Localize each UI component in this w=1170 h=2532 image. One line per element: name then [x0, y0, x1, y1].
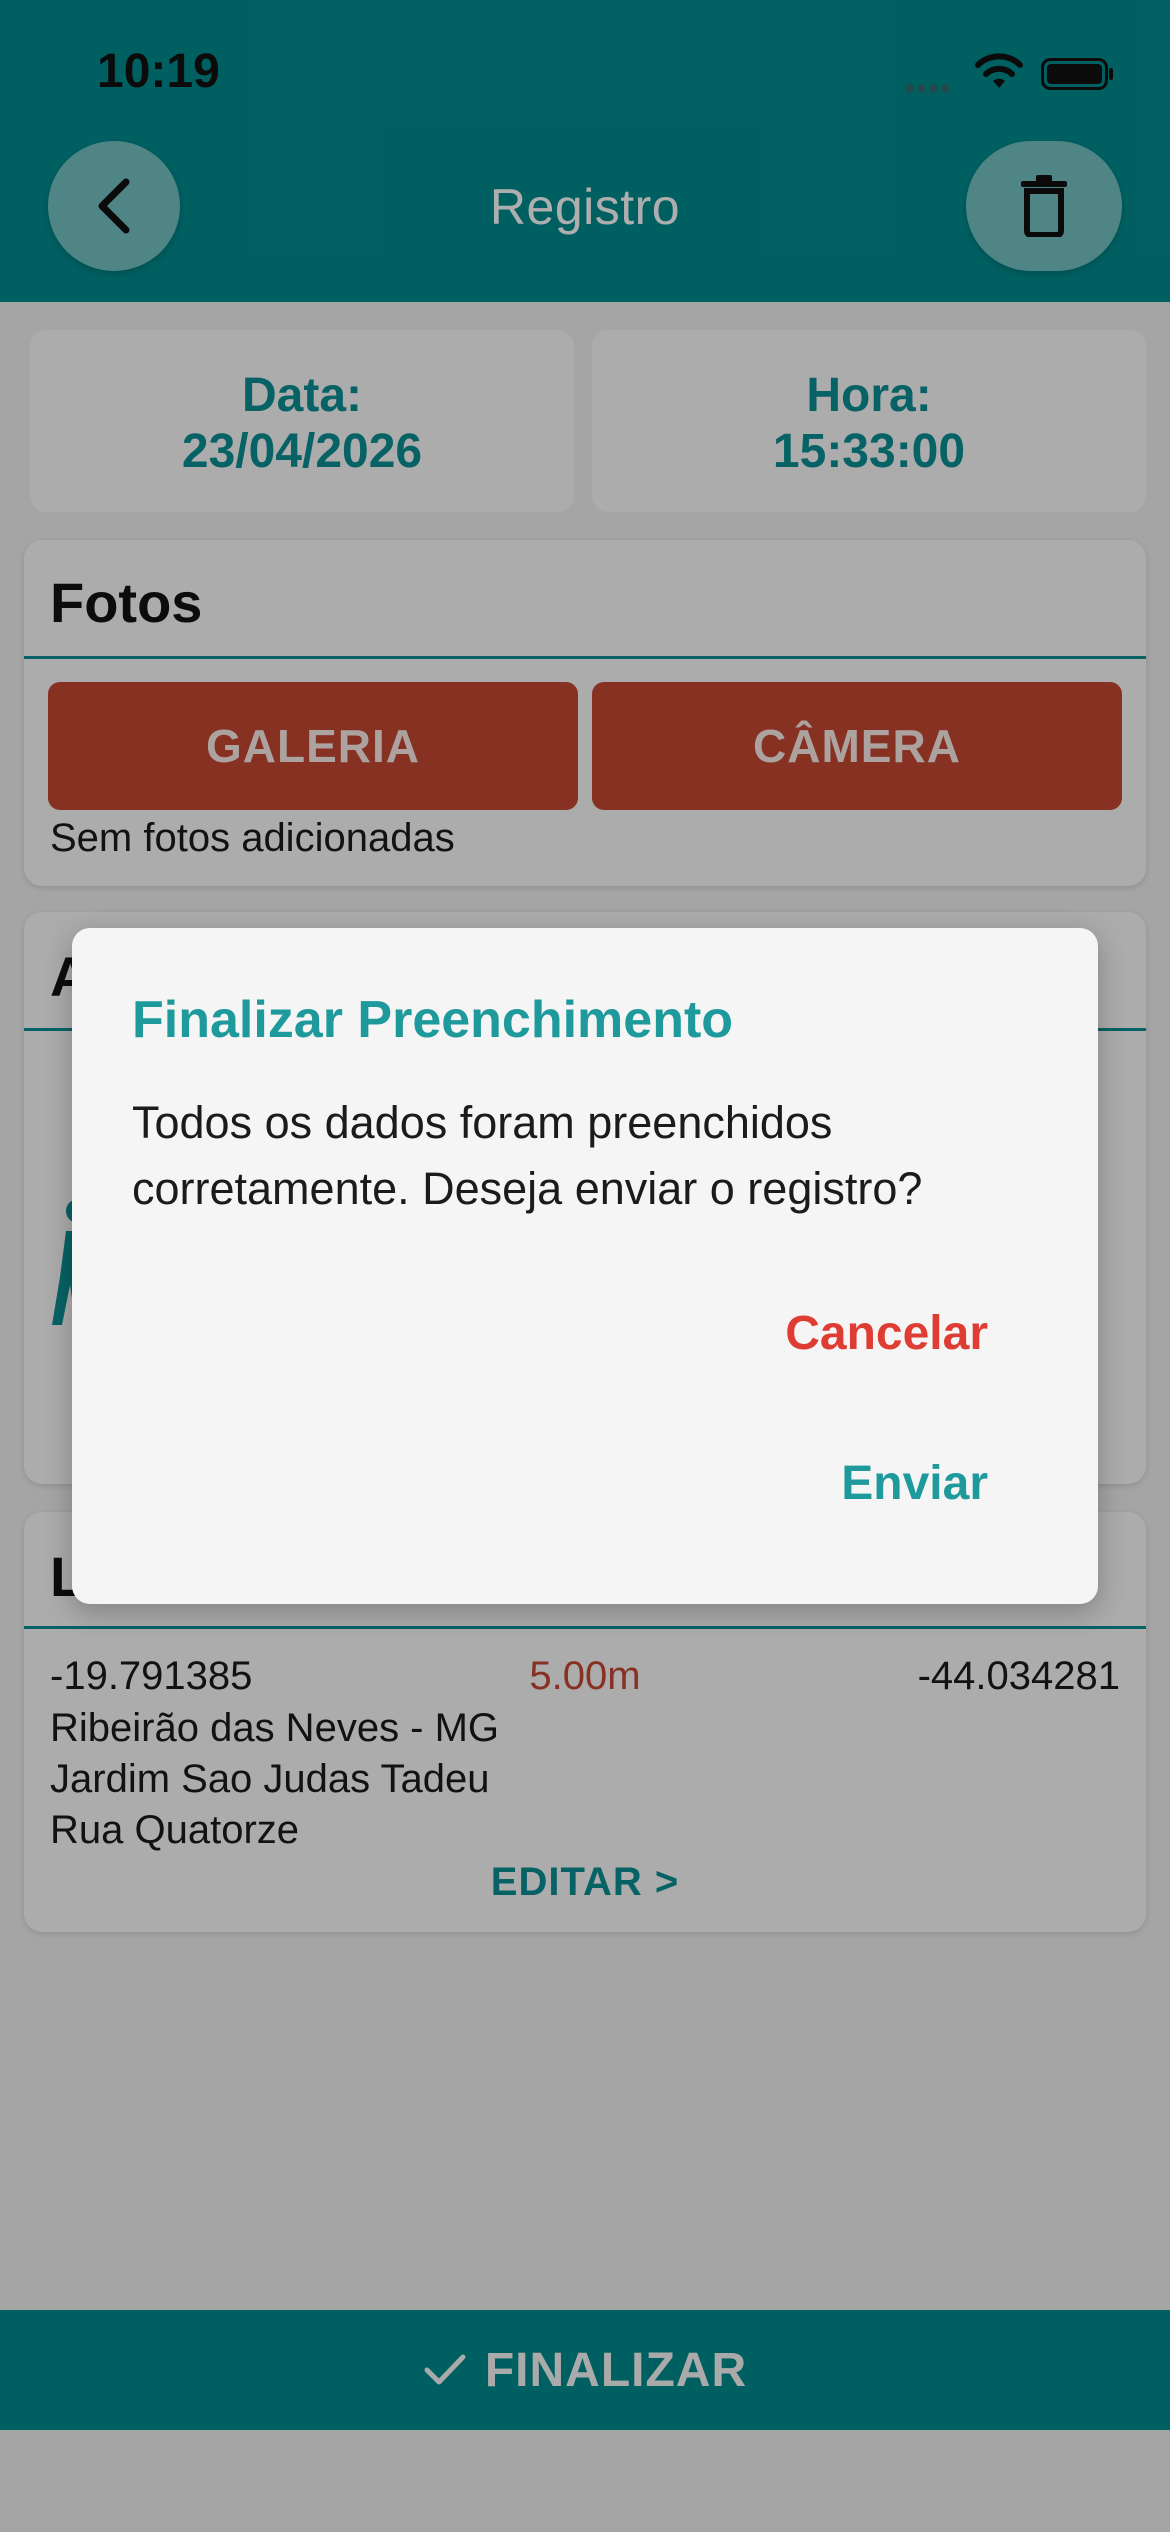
- send-button[interactable]: Enviar: [841, 1456, 988, 1511]
- cancel-button[interactable]: Cancelar: [785, 1306, 988, 1361]
- dialog-title: Finalizar Preenchimento: [132, 991, 734, 1049]
- confirm-dialog: Finalizar Preenchimento Todos os dados f…: [72, 928, 1098, 1604]
- dialog-message: Todos os dados foram preenchidos correta…: [132, 1097, 923, 1214]
